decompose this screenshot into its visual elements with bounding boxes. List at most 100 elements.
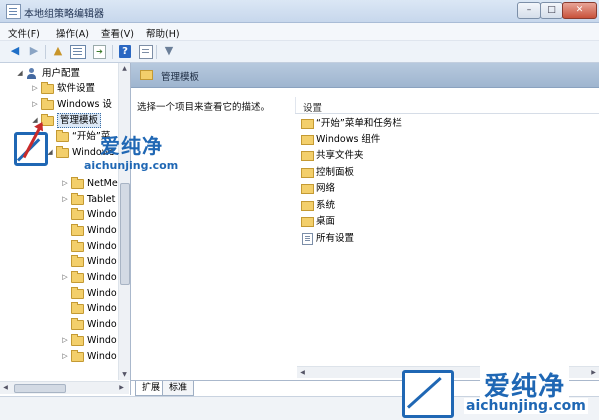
menu-bar: 文件(F) 操作(A) 查看(V) 帮助(H) [0,23,599,41]
tree-node-label: Windo [87,319,117,330]
expand-arrow-icon[interactable]: ▷ [61,176,69,191]
list-item-label: “开始”菜单和任务栏 [316,118,402,129]
show-tree-icon[interactable] [70,45,86,59]
tree-node-label: Windows 设 [57,99,112,110]
folder-icon [71,287,84,299]
details-header-title: 管理模板 [161,72,200,83]
scroll-left-icon[interactable]: ◀ [297,367,308,378]
scroll-right-icon[interactable]: ▶ [116,382,127,394]
folder-icon [41,82,54,94]
details-header: 管理模板 [131,63,599,88]
collapse-arrow-icon[interactable]: ◢ [16,66,24,81]
folder-icon [301,151,314,161]
menu-view[interactable]: 查看(V) [101,26,134,40]
expand-arrow-icon[interactable]: ▷ [31,81,39,96]
menu-help[interactable]: 帮助(H) [146,26,180,40]
user-config-icon [26,68,37,79]
expand-arrow-icon[interactable]: ▷ [61,333,69,348]
folder-icon [71,350,84,362]
folder-icon [301,119,314,129]
expand-arrow-icon[interactable]: ▷ [31,97,39,112]
toolbar-divider [112,45,113,59]
scroll-up-icon[interactable]: ▲ [119,63,130,74]
close-button[interactable]: ✕ [562,2,597,19]
watermark-overlay: 爱纯净 aichunjing.com [14,132,178,177]
tree-node-label: Windo [87,209,117,220]
tree-node-label: 用户配置 [42,68,81,79]
forward-arrow-icon[interactable]: ▶ [27,44,41,58]
tree-node-label: Windo [87,335,117,346]
watermark-url: aichunjing.com [464,398,588,414]
scroll-thumb[interactable] [14,384,66,393]
list-item-label: 控制面板 [316,167,355,178]
scroll-down-icon[interactable]: ▼ [119,369,130,380]
tree-node-label: Windo [87,225,117,236]
gpedit-app-icon [6,4,21,19]
folder-icon [71,240,84,252]
folder-icon [71,208,84,220]
tree-node-label: 管理模板 [57,113,102,128]
properties-icon[interactable] [139,45,153,59]
help-icon[interactable]: ? [119,45,131,58]
toolbar-divider [156,45,157,59]
back-arrow-icon[interactable]: ◀ [8,44,22,58]
expand-arrow-icon[interactable]: ▷ [61,270,69,285]
toolbar-divider [45,45,46,59]
tree-node-label: 软件设置 [57,83,96,94]
list-item-label: 系统 [316,200,336,211]
column-header-label: 设置 [303,103,323,114]
tree-node-label: Windo [87,351,117,362]
filter-icon[interactable]: ▼ [162,44,176,58]
scroll-left-icon[interactable]: ◀ [0,382,11,394]
up-folder-icon[interactable]: ▲ [51,44,65,58]
watermark-brand: 爱纯净 [100,134,163,158]
title-bar: 本地组策略编辑器 – □ ✕ [0,0,599,23]
tree-node-label: Tablet [87,194,116,205]
tree-node-label: Windo [87,272,117,283]
folder-icon [301,184,314,194]
list-item-label: 共享文件夹 [316,150,364,161]
folder-icon [71,224,84,236]
folder-icon [301,217,314,227]
expand-arrow-icon[interactable]: ▷ [61,349,69,364]
tree-node-label: Windo [87,256,117,267]
tree-pane: ◢ 用户配置 ▷ 软件设置 ▷ Windows 设 ◢ 管理模板 “开始”菜 ◢… [0,63,131,395]
tree-node-label: NetMe [87,178,118,189]
export-list-icon[interactable]: ➔ [93,45,106,59]
list-item-label: Windows 组件 [316,134,381,145]
folder-icon [301,201,314,211]
expand-arrow-icon[interactable]: ▷ [61,192,69,207]
folder-icon [71,302,84,314]
tab-standard[interactable]: 标准 [162,381,195,396]
folder-icon [71,318,84,330]
column-header-settings[interactable]: 设置 [295,97,599,114]
column-divider [295,97,296,113]
folder-icon [71,255,84,267]
tree-node-label: Windo [87,288,117,299]
list-item-label: 网络 [316,183,336,194]
maximize-button[interactable]: □ [540,2,563,19]
menu-action[interactable]: 操作(A) [56,26,89,40]
tree-node-label: Windo [87,241,117,252]
watermark-logo-icon [402,370,454,418]
tree-vertical-scrollbar[interactable]: ▲ ▼ [118,63,130,380]
watermark-url: aichunjing.com [84,159,179,172]
watermark-overlay: 爱纯净 aichunjing.com [398,362,598,419]
list-item-label: 所有设置 [316,233,355,244]
toolbar: ◀ ▶ ▲ ➔ ? ▼ [0,41,599,63]
folder-icon [71,193,84,205]
folder-icon [301,168,314,178]
folder-icon [71,177,84,189]
menu-file[interactable]: 文件(F) [8,26,40,40]
window-title: 本地组策略编辑器 [24,9,104,20]
description-text: 选择一个项目来查看它的描述。 [137,102,271,113]
folder-icon [301,135,314,145]
folder-icon [140,70,153,80]
scroll-thumb[interactable] [120,183,130,285]
minimize-button[interactable]: – [517,2,541,19]
tree-node-label: Windo [87,303,117,314]
list-item-label: 桌面 [316,216,336,227]
tree-horizontal-scrollbar[interactable]: ◀ ▶ [0,381,129,394]
settings-page-icon [302,233,313,245]
folder-icon [41,98,54,110]
